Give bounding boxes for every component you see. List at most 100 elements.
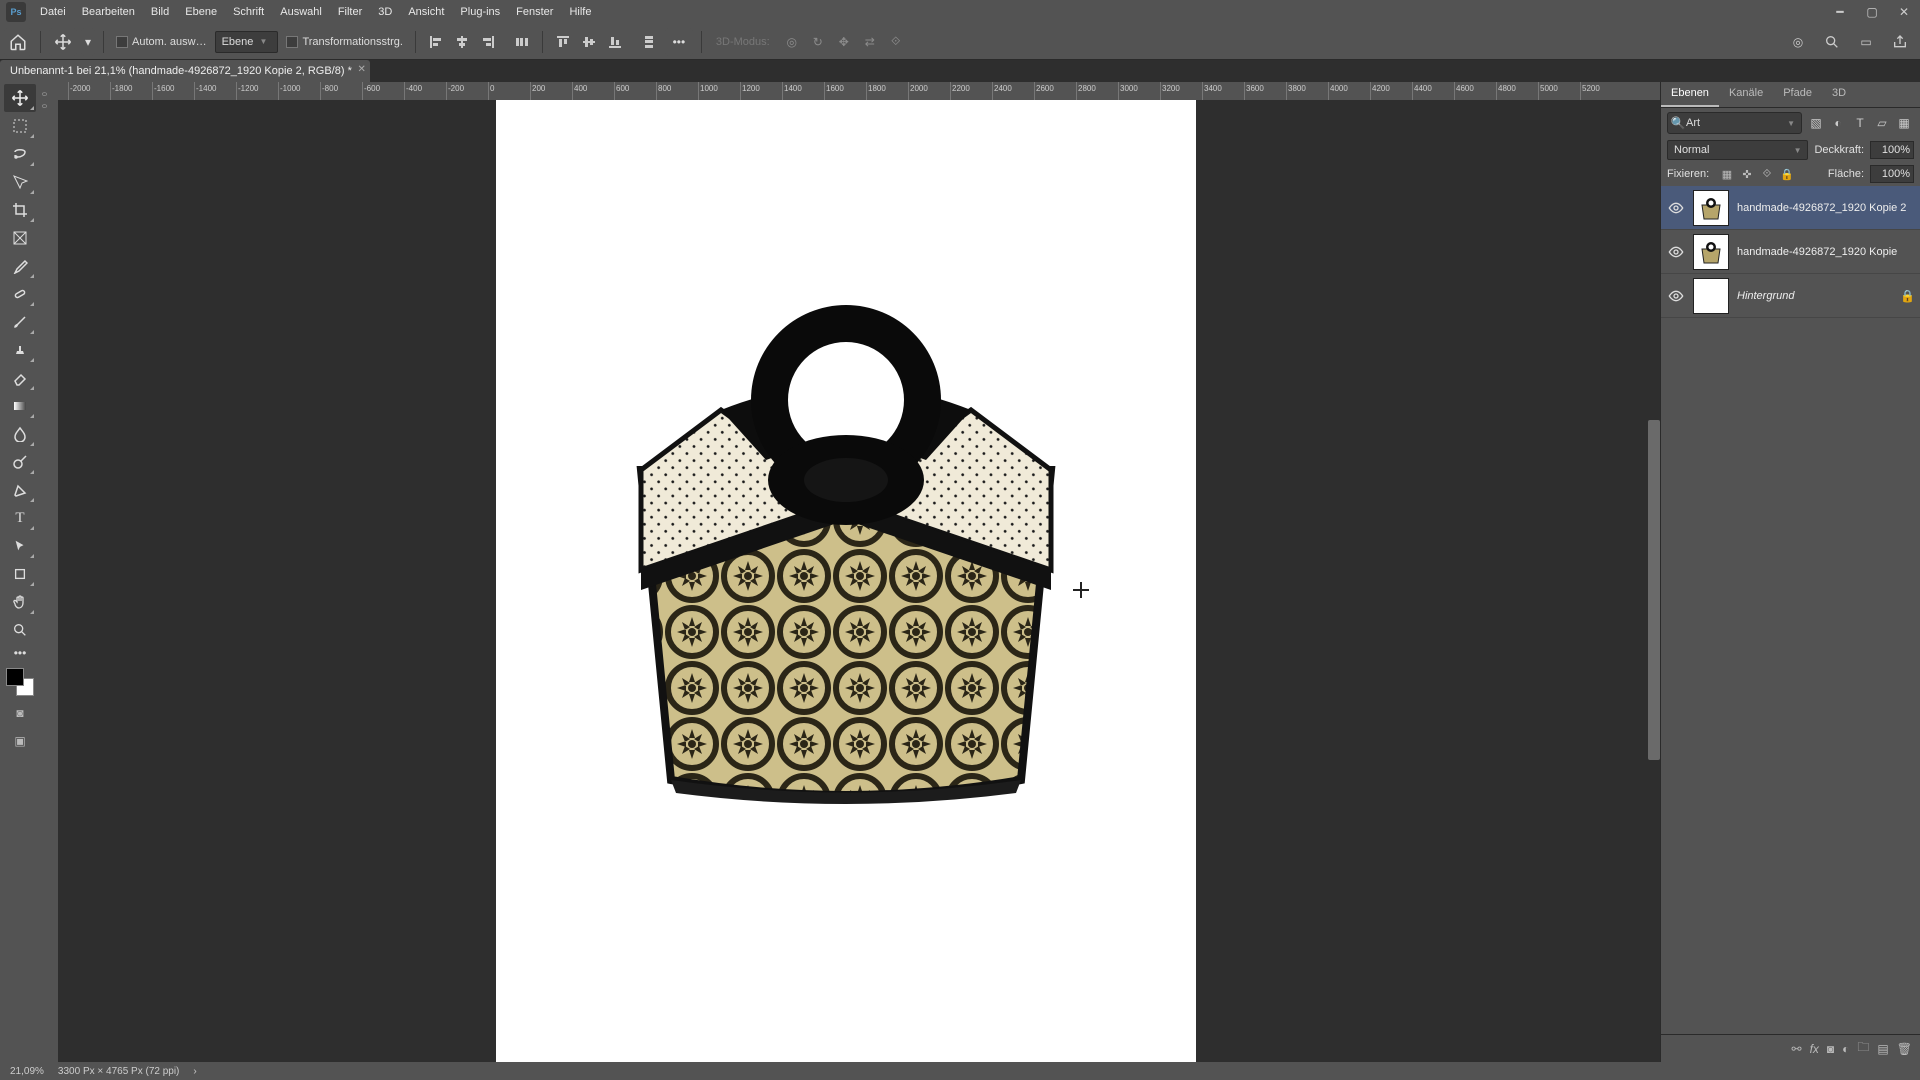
align-right-icon[interactable]: [476, 30, 500, 54]
menu-ebene[interactable]: Ebene: [177, 2, 225, 22]
color-swatches[interactable]: [4, 666, 36, 698]
layer-row[interactable]: handmade-4926872_1920 Kopie 2: [1661, 186, 1920, 230]
filter-smart-icon[interactable]: ▦: [1894, 113, 1914, 133]
distribute-horizontal-icon[interactable]: [510, 30, 534, 54]
hand-tool[interactable]: [4, 588, 36, 616]
search-icon[interactable]: [1818, 28, 1846, 56]
type-tool[interactable]: T: [4, 504, 36, 532]
panel-tab-ebenen[interactable]: Ebenen: [1661, 82, 1719, 107]
dodge-tool[interactable]: [4, 448, 36, 476]
auto-select-target-dropdown[interactable]: Ebene ▼: [215, 31, 279, 53]
layer-fx-icon[interactable]: fx: [1810, 1042, 1819, 1056]
fill-input[interactable]: 100%: [1870, 165, 1914, 183]
screen-mode-icon[interactable]: ▣: [4, 728, 36, 754]
layer-mask-icon[interactable]: ◙: [1827, 1042, 1834, 1056]
menu-plug-ins[interactable]: Plug-ins: [452, 2, 508, 22]
align-bottom-icon[interactable]: [603, 30, 627, 54]
align-top-icon[interactable]: [551, 30, 575, 54]
quick-select-tool[interactable]: [4, 168, 36, 196]
clone-stamp-tool[interactable]: [4, 336, 36, 364]
gradient-tool[interactable]: [4, 392, 36, 420]
filter-adjust-icon[interactable]: ◐: [1828, 113, 1848, 133]
layer-thumbnail[interactable]: [1693, 278, 1729, 314]
panel-tab-pfade[interactable]: Pfade: [1773, 82, 1822, 107]
zoom-tool[interactable]: [4, 616, 36, 644]
layer-thumbnail[interactable]: [1693, 190, 1729, 226]
home-button[interactable]: [4, 28, 32, 56]
layer-kind-filter-dropdown[interactable]: 🔍 Art ▼: [1667, 112, 1802, 134]
panel-tab-3d[interactable]: 3D: [1822, 82, 1856, 107]
canvas-viewport[interactable]: [58, 100, 1660, 1062]
lasso-tool[interactable]: [4, 140, 36, 168]
auto-select-checkbox[interactable]: Autom. ausw…: [112, 36, 211, 48]
menu-hilfe[interactable]: Hilfe: [561, 2, 599, 22]
shape-tool[interactable]: [4, 560, 36, 588]
layer-name[interactable]: Hintergrund: [1737, 290, 1892, 302]
blur-tool[interactable]: [4, 420, 36, 448]
menu-3d[interactable]: 3D: [370, 2, 400, 22]
align-left-icon[interactable]: [424, 30, 448, 54]
panel-tab-kanäle[interactable]: Kanäle: [1719, 82, 1773, 107]
menu-fenster[interactable]: Fenster: [508, 2, 561, 22]
minimize-button[interactable]: ━: [1824, 0, 1856, 24]
delete-layer-icon[interactable]: 🗑: [1897, 1042, 1912, 1056]
healing-brush-tool[interactable]: [4, 280, 36, 308]
menu-bearbeiten[interactable]: Bearbeiten: [74, 2, 143, 22]
filter-type-icon[interactable]: T: [1850, 113, 1870, 133]
distribute-vertical-icon[interactable]: [637, 30, 661, 54]
opacity-input[interactable]: 100%: [1870, 141, 1914, 159]
more-align-options-icon[interactable]: •••: [665, 28, 693, 56]
menu-auswahl[interactable]: Auswahl: [272, 2, 330, 22]
eyedropper-tool[interactable]: [4, 252, 36, 280]
path-select-tool[interactable]: [4, 532, 36, 560]
eraser-tool[interactable]: [4, 364, 36, 392]
lock-position-icon[interactable]: ✜: [1739, 166, 1755, 182]
new-layer-icon[interactable]: ▤: [1877, 1042, 1888, 1056]
adjustment-layer-icon[interactable]: ◐: [1842, 1042, 1849, 1056]
tool-preset-dropdown-icon[interactable]: ▾: [81, 28, 95, 56]
tab-close-icon[interactable]: ✕: [357, 64, 365, 75]
blend-mode-dropdown[interactable]: Normal ▼: [1667, 140, 1808, 160]
document-canvas[interactable]: [496, 100, 1196, 1062]
visibility-toggle-icon[interactable]: [1667, 199, 1685, 217]
brush-tool[interactable]: [4, 308, 36, 336]
menu-datei[interactable]: Datei: [32, 2, 74, 22]
frame-tool[interactable]: [4, 224, 36, 252]
edit-toolbar-icon[interactable]: •••: [4, 644, 36, 662]
status-chevron-icon[interactable]: ›: [193, 1066, 196, 1077]
menu-ansicht[interactable]: Ansicht: [400, 2, 452, 22]
cloud-search-icon[interactable]: ◎: [1784, 28, 1812, 56]
menu-filter[interactable]: Filter: [330, 2, 370, 22]
marquee-tool[interactable]: [4, 112, 36, 140]
layer-row[interactable]: handmade-4926872_1920 Kopie: [1661, 230, 1920, 274]
zoom-level[interactable]: 21,09%: [10, 1066, 44, 1077]
quick-mask-icon[interactable]: ◙: [4, 700, 36, 726]
vertical-scrollbar[interactable]: [1648, 420, 1660, 760]
layer-name[interactable]: handmade-4926872_1920 Kopie: [1737, 246, 1914, 258]
move-tool[interactable]: [4, 84, 36, 112]
layer-name[interactable]: handmade-4926872_1920 Kopie 2: [1737, 202, 1914, 214]
layer-thumbnail[interactable]: [1693, 234, 1729, 270]
visibility-toggle-icon[interactable]: [1667, 243, 1685, 261]
layer-row[interactable]: Hintergrund🔒: [1661, 274, 1920, 318]
menu-bild[interactable]: Bild: [143, 2, 177, 22]
layer-group-icon[interactable]: 🗀: [1857, 1038, 1869, 1059]
crop-tool[interactable]: [4, 196, 36, 224]
pen-tool[interactable]: [4, 476, 36, 504]
close-button[interactable]: ✕: [1888, 0, 1920, 24]
maximize-button[interactable]: ▢: [1856, 0, 1888, 24]
align-hcenter-icon[interactable]: [450, 30, 474, 54]
link-layers-icon[interactable]: ⚯: [1792, 1042, 1802, 1056]
visibility-toggle-icon[interactable]: [1667, 287, 1685, 305]
document-tab[interactable]: Unbenannt-1 bei 21,1% (handmade-4926872_…: [0, 60, 370, 82]
foreground-color-swatch[interactable]: [6, 668, 24, 686]
align-vcenter-icon[interactable]: [577, 30, 601, 54]
menu-schrift[interactable]: Schrift: [225, 2, 272, 22]
lock-pixels-icon[interactable]: ▦: [1719, 166, 1735, 182]
lock-artboard-icon[interactable]: ⟐: [1759, 166, 1775, 182]
lock-all-icon[interactable]: 🔒: [1779, 166, 1795, 182]
filter-pixel-icon[interactable]: ▧: [1806, 113, 1826, 133]
transform-controls-checkbox[interactable]: Transformationsstrg.: [282, 36, 406, 48]
workspace-switcher-icon[interactable]: ▭: [1852, 28, 1880, 56]
share-icon[interactable]: [1886, 28, 1914, 56]
